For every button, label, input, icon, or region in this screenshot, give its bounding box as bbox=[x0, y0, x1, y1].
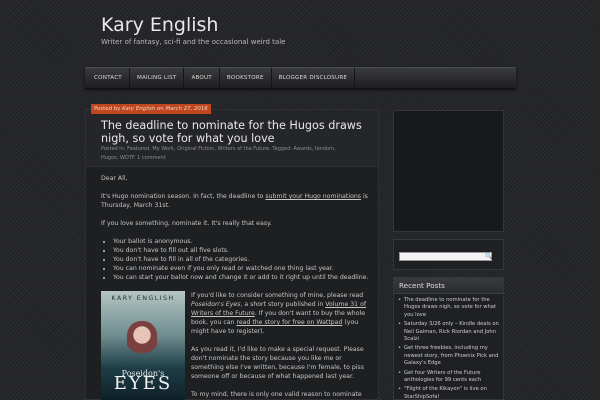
book-cover-title-large: EYES bbox=[113, 373, 173, 394]
book-cover-figure bbox=[127, 321, 157, 361]
list-item: You don't have to fill in all of the cat… bbox=[113, 255, 373, 264]
post-title[interactable]: The deadline to nominate for the Hugos d… bbox=[101, 119, 373, 145]
recent-posts-list: The deadline to nominate for the Hugos d… bbox=[394, 294, 503, 400]
p1-text: It's Hugo nomination season. In fact, th… bbox=[101, 193, 266, 200]
nav-bookstore[interactable]: BOOKSTORE bbox=[220, 68, 272, 88]
site-tagline: Writer of fantasy, sci-fi and the occasi… bbox=[101, 38, 286, 46]
post-tags[interactable]: Hugos, WOTF. bbox=[101, 155, 136, 161]
nav-about[interactable]: ABOUT bbox=[184, 68, 220, 88]
bp1-a: If you'd like to consider something of m… bbox=[191, 292, 364, 299]
book-text: If you'd like to consider something of m… bbox=[191, 291, 373, 400]
recent-posts-title: Recent Posts bbox=[394, 278, 503, 294]
post-date-badge: Posted by Kary English on March 27, 2016 bbox=[91, 104, 211, 114]
recent-posts-widget: Recent Posts The deadline to nominate fo… bbox=[393, 277, 504, 400]
recent-post-link[interactable]: Saturday 3/26 only – Kindle deals on Nei… bbox=[398, 321, 499, 343]
sidebar-search-widget: 🔍 bbox=[393, 239, 504, 270]
recent-post-link[interactable]: Get three freebies, including my newest … bbox=[398, 345, 499, 367]
search-input[interactable] bbox=[399, 252, 492, 261]
post-content: Posted by Kary English on March 27, 2016… bbox=[85, 104, 379, 400]
main-nav: CONTACT MAILING LIST ABOUT BOOKSTORE BLO… bbox=[85, 67, 516, 89]
nav-mailing-list[interactable]: MAILING LIST bbox=[130, 68, 185, 88]
bullet-list: Your ballot is anonymous. You don't have… bbox=[113, 237, 373, 282]
book-paragraph-2: As you read it, I'd like to make a speci… bbox=[191, 346, 364, 380]
on-label: on bbox=[155, 106, 166, 112]
book-cover-author: KARY ENGLISH bbox=[111, 294, 175, 302]
list-item: You can nominate even if you only read o… bbox=[113, 264, 373, 273]
book-paragraph-1: If you'd like to consider something of m… bbox=[191, 291, 373, 336]
post-date: March 27, 2016 bbox=[165, 106, 208, 112]
wattpad-link[interactable]: read the story for free on Wattpad bbox=[236, 319, 342, 326]
recent-post-link[interactable]: The deadline to nominate for the Hugos d… bbox=[398, 297, 499, 319]
post-meta: Posted in: Featured, My Work, Original F… bbox=[101, 145, 373, 163]
book-paragraph-3: To my mind, there is only one valid reas… bbox=[191, 391, 362, 398]
list-item: You can start your ballot now and change… bbox=[113, 273, 373, 282]
post-categories[interactable]: Posted in: Featured, My Work, Original F… bbox=[101, 145, 373, 154]
sidebar-widget-empty bbox=[393, 110, 504, 232]
bp1-story-title: Poseidon's Eyes bbox=[191, 301, 241, 308]
nav-blogger-disclosure[interactable]: BLOGGER DISCLOSURE bbox=[272, 68, 356, 88]
search-icon[interactable]: 🔍 bbox=[484, 252, 494, 261]
book-section: KARY ENGLISH Poseidon's EYES If you'd li… bbox=[101, 291, 373, 400]
comments-link[interactable]: 1 comment bbox=[137, 155, 166, 161]
hugo-nominations-link[interactable]: submit your Hugo nominations bbox=[265, 193, 361, 200]
site-title[interactable]: Kary English bbox=[101, 14, 218, 36]
book-cover-image[interactable]: KARY ENGLISH Poseidon's EYES bbox=[101, 291, 185, 400]
greeting: Dear All, bbox=[101, 175, 128, 182]
recent-post-link[interactable]: "Flight of the Kikayon" is live on StarS… bbox=[398, 386, 499, 400]
post-body: Dear All, It's Hugo nomination season. I… bbox=[101, 174, 373, 400]
list-item: Your ballot is anonymous. bbox=[113, 237, 373, 246]
bp1-b: , a short story published in bbox=[240, 301, 326, 308]
paragraph-2: If you love something, nominate it. It's… bbox=[101, 220, 272, 227]
post-author[interactable]: Kary English bbox=[122, 106, 155, 112]
recent-post-link[interactable]: Get four Writers of the Future anthologi… bbox=[398, 370, 499, 385]
paragraph-1: It's Hugo nomination season. In fact, th… bbox=[101, 192, 373, 210]
list-item: You don't have to fill out all five slot… bbox=[113, 246, 373, 255]
nav-contact[interactable]: CONTACT bbox=[87, 68, 130, 88]
posted-by-label: Posted by bbox=[94, 106, 123, 112]
post-header: Posted by Kary English on March 27, 2016… bbox=[86, 104, 378, 167]
